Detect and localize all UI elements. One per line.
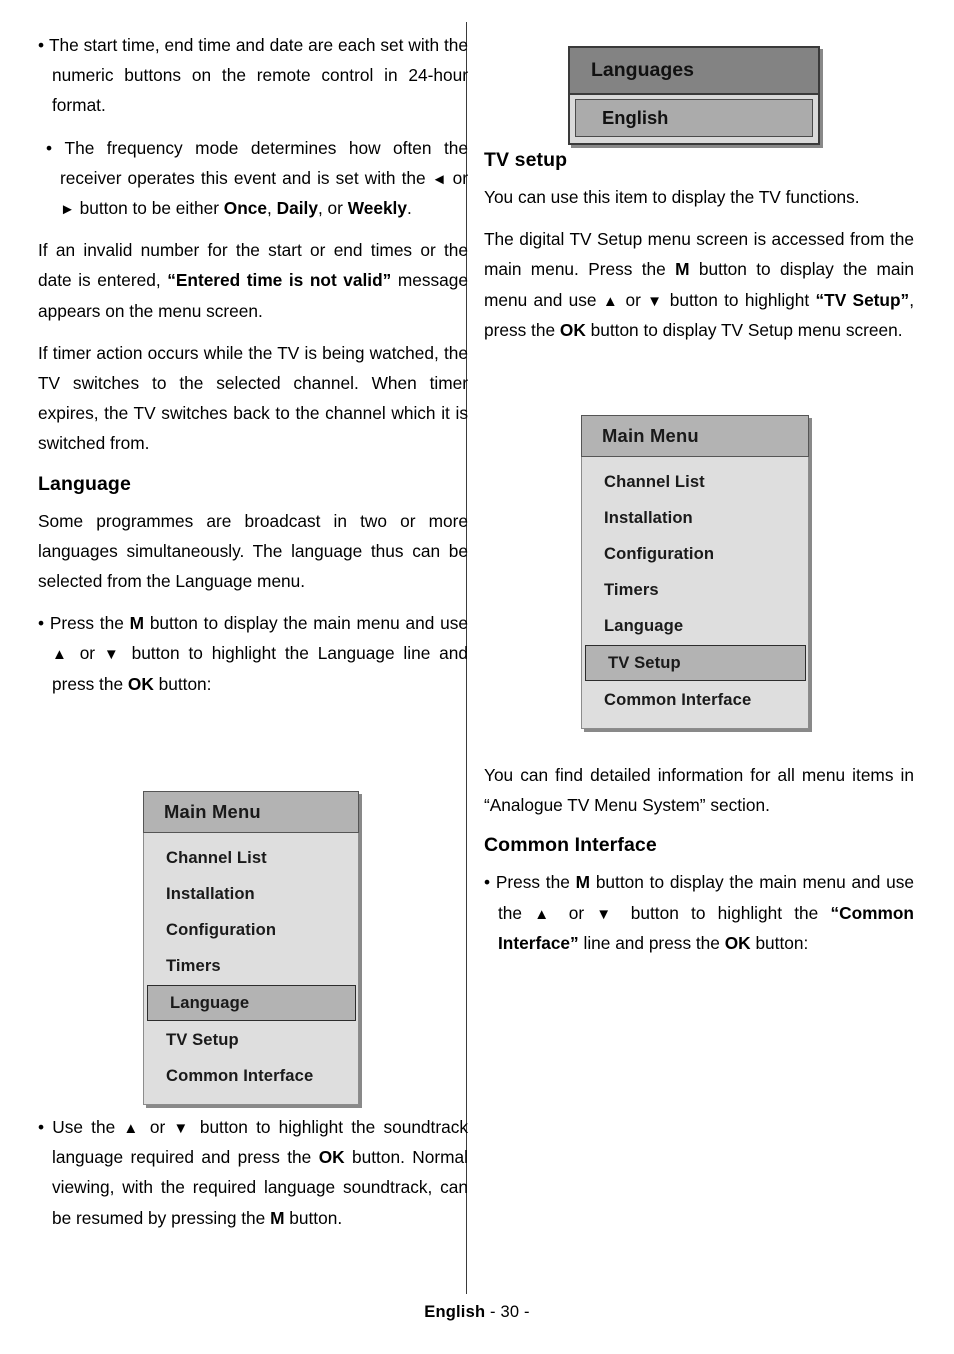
menu-item-tv-setup-ref: “TV Setup” bbox=[815, 289, 910, 310]
bullet-press-m-language: • Press the M button to display the main… bbox=[38, 613, 468, 694]
button-m: M bbox=[270, 1207, 285, 1228]
para-timer-action: If timer action occurs while the TV is b… bbox=[38, 342, 468, 454]
heading-language: Language bbox=[38, 472, 131, 495]
arrow-down-icon: ▼ bbox=[647, 292, 664, 310]
osd-menu-item[interactable]: Channel List bbox=[144, 840, 358, 876]
left-column: • The start time, end time and date are … bbox=[38, 30, 468, 711]
osd-menu-item[interactable]: Channel List bbox=[582, 464, 808, 500]
osd-menu-item[interactable]: Common Interface bbox=[144, 1058, 358, 1094]
arrow-up-icon: ▲ bbox=[534, 905, 557, 923]
button-ok: OK bbox=[724, 932, 751, 953]
bullet-start-time: • The start time, end time and date are … bbox=[38, 35, 468, 116]
arrow-up-icon: ▲ bbox=[123, 1120, 142, 1137]
arrow-down-icon: ▼ bbox=[596, 905, 619, 923]
para-tv-functions: You can use this item to display the TV … bbox=[484, 187, 860, 207]
option-daily: Daily bbox=[276, 198, 318, 219]
osd-languages-body: English bbox=[568, 95, 820, 145]
message-entered-time-not-valid: “Entered time is not valid” bbox=[167, 270, 392, 291]
button-ok: OK bbox=[127, 673, 154, 694]
arrow-down-icon: ▼ bbox=[173, 1120, 192, 1137]
osd-menu-item-selected[interactable]: TV Setup bbox=[585, 645, 806, 681]
osd-menu-item[interactable]: TV Setup bbox=[144, 1022, 358, 1058]
osd-menu-item[interactable]: Configuration bbox=[582, 536, 808, 572]
osd-main-menu-language: Main Menu Channel List Installation Config… bbox=[143, 791, 359, 1105]
osd-menu-item-selected[interactable]: Language bbox=[147, 985, 356, 1021]
osd-title-languages: Languages bbox=[568, 46, 820, 95]
para-detailed-information: You can find detailed information for al… bbox=[484, 765, 914, 816]
bullet-press-m-common-interface: • Press the M button to display the main… bbox=[484, 872, 914, 953]
osd-menu-item[interactable]: Timers bbox=[582, 572, 808, 608]
osd-title-main-menu: Main Menu bbox=[581, 415, 809, 457]
osd-menu-list: Channel List Installation Configuration Tim… bbox=[143, 833, 359, 1105]
arrow-left-icon: ◄ bbox=[431, 170, 447, 188]
left-column-lower: • Use the ▲ or ▼ button to highlight the… bbox=[38, 1112, 468, 1245]
page-footer: English - 30 - bbox=[0, 1303, 954, 1322]
button-ok: OK bbox=[318, 1147, 345, 1168]
arrow-up-icon: ▲ bbox=[602, 292, 620, 310]
para-invalid-number: If an invalid number for the start or en… bbox=[38, 240, 468, 321]
osd-menu-item[interactable]: Timers bbox=[144, 948, 358, 984]
osd-menu-item[interactable]: Installation bbox=[144, 876, 358, 912]
osd-main-menu-tv-setup: Main Menu Channel List Installation Config… bbox=[581, 415, 809, 729]
osd-menu-list: Channel List Installation Configuration Tim… bbox=[581, 457, 809, 729]
osd-title-main-menu: Main Menu bbox=[143, 791, 359, 833]
arrow-down-icon: ▼ bbox=[103, 646, 123, 664]
bullet-frequency-mode: • The frequency mode determines how ofte… bbox=[46, 137, 469, 219]
osd-language-option-english[interactable]: English bbox=[575, 99, 813, 137]
option-weekly: Weekly bbox=[347, 198, 407, 219]
right-column-upper: TV setup You can use this item to displa… bbox=[484, 143, 914, 357]
option-once: Once bbox=[223, 198, 268, 219]
osd-menu-item[interactable]: Language bbox=[582, 608, 808, 644]
button-m: M bbox=[675, 259, 690, 280]
manual-page: • The start time, end time and date are … bbox=[0, 0, 954, 1354]
footer-page-number: - 30 - bbox=[485, 1303, 530, 1321]
osd-menu-item[interactable]: Common Interface bbox=[582, 682, 808, 718]
button-m: M bbox=[575, 872, 591, 893]
right-column-lower: You can find detailed information for al… bbox=[484, 760, 914, 970]
heading-common-interface: Common Interface bbox=[484, 834, 657, 857]
para-some-programmes: Some programmes are broadcast in two or … bbox=[38, 510, 468, 592]
osd-menu-item[interactable]: Installation bbox=[582, 500, 808, 536]
heading-tv-setup: TV setup bbox=[484, 149, 568, 171]
bullet-start-time-text: The start time, end time and date are ea… bbox=[48, 35, 468, 116]
button-m: M bbox=[129, 613, 145, 634]
arrow-right-icon: ► bbox=[60, 201, 75, 219]
button-ok: OK bbox=[559, 319, 586, 340]
arrow-up-icon: ▲ bbox=[52, 646, 71, 664]
osd-menu-item[interactable]: Configuration bbox=[144, 912, 358, 948]
para-digital-tv-setup: The digital TV Setup menu screen is acce… bbox=[484, 229, 914, 340]
bullet-use-arrows-soundtrack: • Use the ▲ or ▼ button to highlight the… bbox=[38, 1117, 468, 1228]
osd-languages: Languages English bbox=[568, 46, 820, 145]
footer-language: English bbox=[424, 1303, 486, 1321]
